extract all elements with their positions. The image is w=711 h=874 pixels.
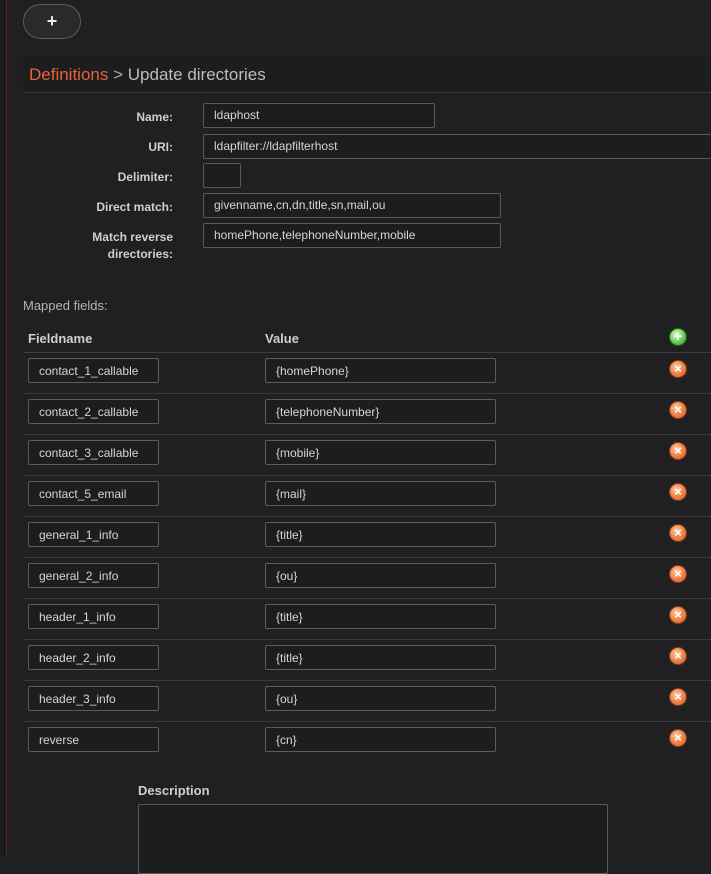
add-mapping-button[interactable]: + bbox=[669, 328, 687, 346]
match-reverse-input[interactable]: homePhone,telephoneNumber,mobile bbox=[203, 223, 501, 248]
value-input[interactable]: {title} bbox=[265, 645, 496, 670]
delete-mapping-button[interactable]: × bbox=[669, 360, 687, 378]
x-circle-icon: × bbox=[674, 443, 682, 458]
value-input[interactable]: {cn} bbox=[265, 727, 496, 752]
value-input[interactable]: {title} bbox=[265, 604, 496, 629]
fieldname-input[interactable]: general_1_info bbox=[28, 522, 159, 547]
row-divider bbox=[23, 434, 711, 435]
name-input[interactable]: ldaphost bbox=[203, 103, 435, 128]
uri-label: URI: bbox=[148, 140, 173, 154]
x-circle-icon: × bbox=[674, 484, 682, 499]
row-divider bbox=[23, 680, 711, 681]
row-divider bbox=[23, 475, 711, 476]
delimiter-label: Delimiter: bbox=[117, 170, 173, 184]
value-input[interactable]: {title} bbox=[265, 522, 496, 547]
x-circle-icon: × bbox=[674, 525, 682, 540]
delete-mapping-button[interactable]: × bbox=[669, 442, 687, 460]
delimiter-input[interactable] bbox=[203, 163, 241, 188]
delete-mapping-button[interactable]: × bbox=[669, 729, 687, 747]
fieldname-input[interactable]: contact_3_callable bbox=[28, 440, 159, 465]
fieldname-input[interactable]: reverse bbox=[28, 727, 159, 752]
plus-circle-icon: + bbox=[673, 328, 683, 345]
row-divider bbox=[23, 557, 711, 558]
x-circle-icon: × bbox=[674, 730, 682, 745]
page-title: Update directories bbox=[127, 65, 266, 84]
delete-mapping-button[interactable]: × bbox=[669, 524, 687, 542]
name-label: Name: bbox=[136, 110, 173, 124]
value-input[interactable]: {ou} bbox=[265, 563, 496, 588]
value-input[interactable]: {mail} bbox=[265, 481, 496, 506]
breadcrumb-definitions-link[interactable]: Definitions bbox=[29, 65, 108, 84]
delete-mapping-button[interactable]: × bbox=[669, 647, 687, 665]
row-divider bbox=[23, 598, 711, 599]
row-divider bbox=[23, 639, 711, 640]
direct-match-input[interactable]: givenname,cn,dn,title,sn,mail,ou bbox=[203, 193, 501, 218]
delete-mapping-button[interactable]: × bbox=[669, 606, 687, 624]
x-circle-icon: × bbox=[674, 648, 682, 663]
row-divider bbox=[23, 516, 711, 517]
delete-mapping-button[interactable]: × bbox=[669, 688, 687, 706]
fieldname-input[interactable]: contact_1_callable bbox=[28, 358, 159, 383]
row-divider bbox=[23, 721, 711, 722]
description-textarea[interactable] bbox=[138, 804, 608, 874]
x-circle-icon: × bbox=[674, 689, 682, 704]
value-input[interactable]: {homePhone} bbox=[265, 358, 496, 383]
fieldname-input[interactable]: header_1_info bbox=[28, 604, 159, 629]
x-circle-icon: × bbox=[674, 361, 682, 376]
fieldname-input[interactable]: contact_5_email bbox=[28, 481, 159, 506]
x-circle-icon: × bbox=[674, 402, 682, 417]
row-divider bbox=[23, 393, 711, 394]
delete-mapping-button[interactable]: × bbox=[669, 483, 687, 501]
mapped-fields-heading: Mapped fields: bbox=[23, 298, 108, 313]
value-column-header: Value bbox=[265, 331, 299, 346]
fieldname-input[interactable]: contact_2_callable bbox=[28, 399, 159, 424]
value-input[interactable]: {ou} bbox=[265, 686, 496, 711]
add-button[interactable]: + bbox=[23, 4, 81, 39]
x-circle-icon: × bbox=[674, 607, 682, 622]
breadcrumb-separator: > bbox=[113, 65, 124, 84]
fieldname-column-header: Fieldname bbox=[28, 331, 93, 346]
direct-match-label: Direct match: bbox=[96, 200, 173, 214]
fieldname-input[interactable]: general_2_info bbox=[28, 563, 159, 588]
delete-mapping-button[interactable]: × bbox=[669, 565, 687, 583]
description-label: Description bbox=[138, 783, 210, 798]
delete-mapping-button[interactable]: × bbox=[669, 401, 687, 419]
x-circle-icon: × bbox=[674, 566, 682, 581]
plus-icon: + bbox=[46, 11, 58, 31]
left-border bbox=[0, 0, 7, 856]
uri-input[interactable]: ldapfilter://ldapfilterhost bbox=[203, 134, 711, 159]
fieldname-input[interactable]: header_3_info bbox=[28, 686, 159, 711]
fieldname-input[interactable]: header_2_info bbox=[28, 645, 159, 670]
match-reverse-label: Match reverse directories: bbox=[92, 230, 173, 261]
value-input[interactable]: {telephoneNumber} bbox=[265, 399, 496, 424]
value-input[interactable]: {mobile} bbox=[265, 440, 496, 465]
breadcrumb: Definitions > Update directories bbox=[23, 56, 711, 93]
header-divider bbox=[23, 352, 711, 353]
